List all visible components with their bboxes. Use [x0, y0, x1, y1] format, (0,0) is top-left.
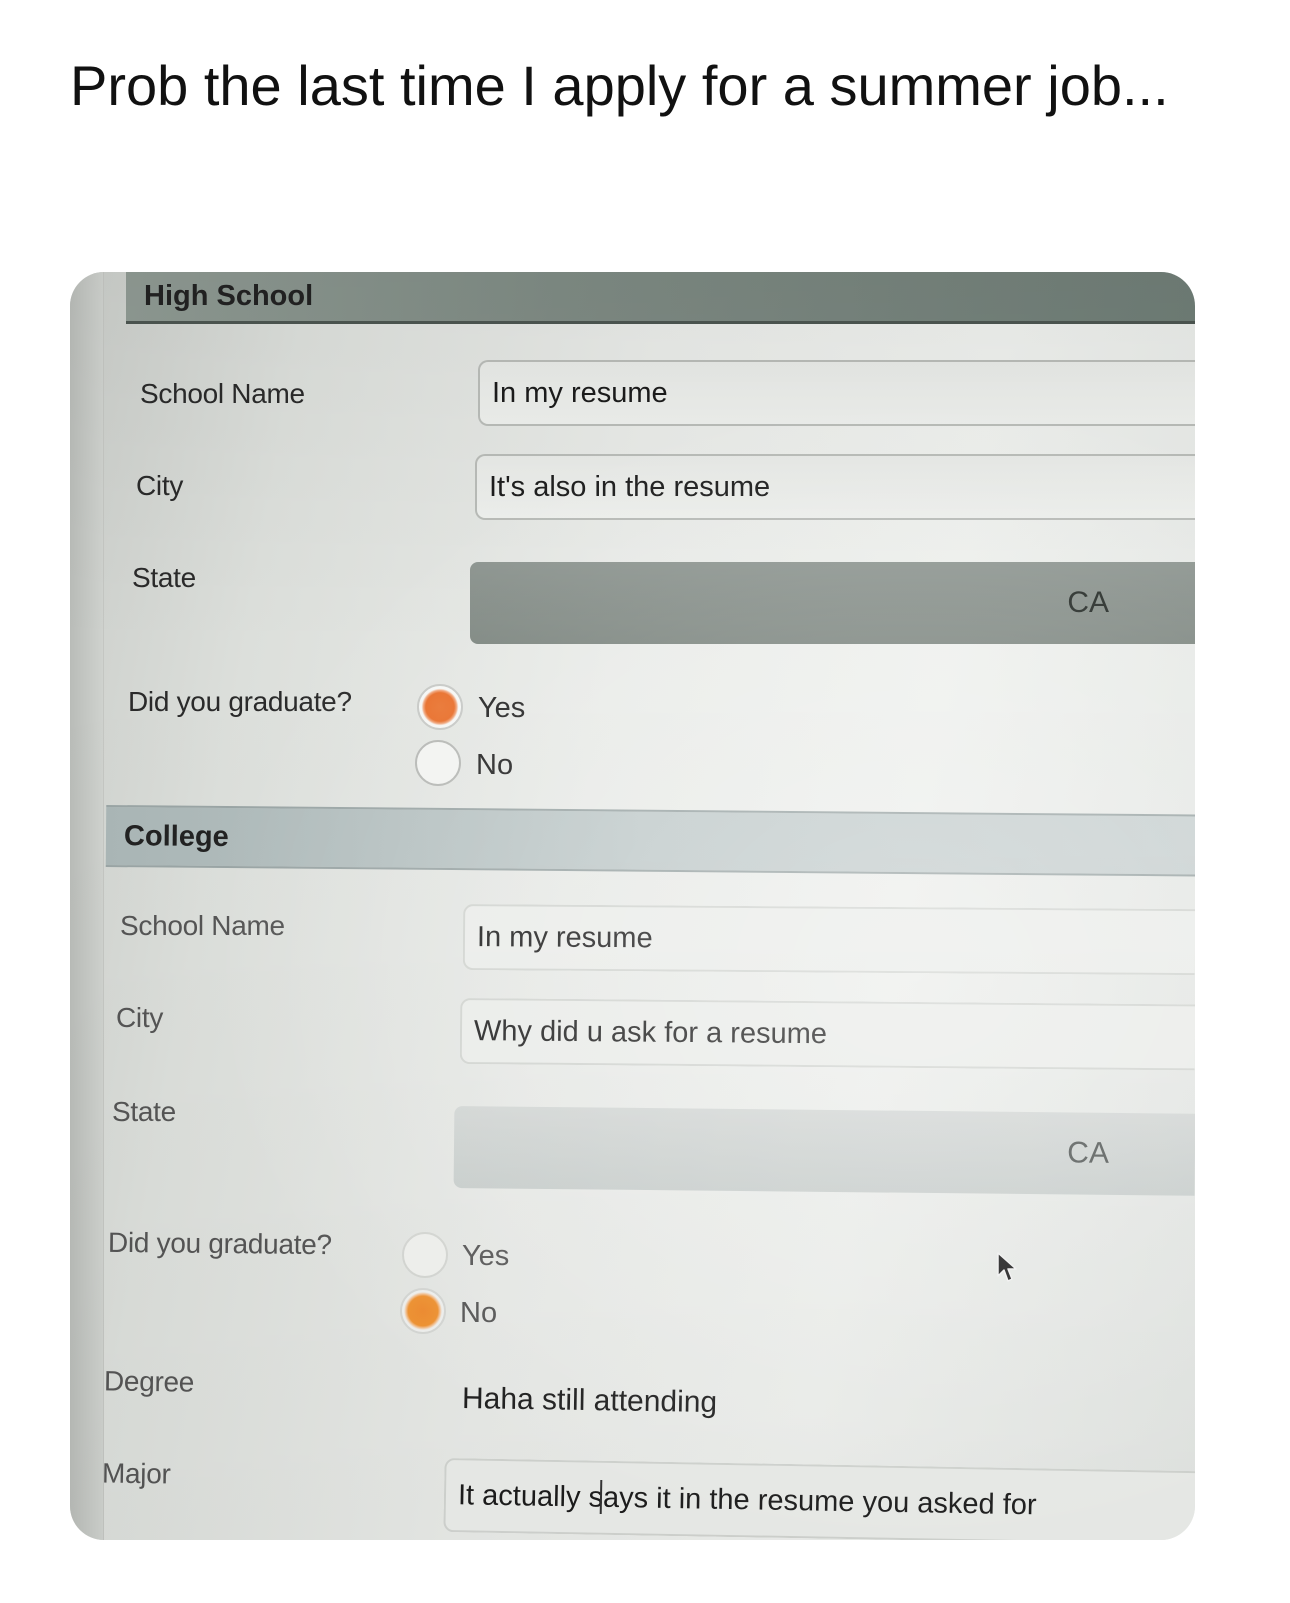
college-graduated-no-label: No	[460, 1297, 498, 1329]
window-left-edge	[70, 272, 104, 1540]
hs-graduated-no-radio[interactable]	[415, 740, 461, 786]
hs-graduated-yes-label: Yes	[478, 692, 526, 724]
hs-city-label: City	[136, 470, 184, 501]
hs-graduated-label: Did you graduate?	[128, 686, 352, 717]
form-photo: High School School Name In my resume Cit…	[70, 272, 1195, 1540]
mouse-pointer-icon	[997, 1252, 1017, 1282]
college-graduated-yes-label: Yes	[462, 1240, 510, 1272]
college-state-select[interactable]: CA	[453, 1106, 1195, 1196]
college-graduated-no-radio[interactable]	[400, 1288, 446, 1334]
high-school-section-header: High School	[126, 272, 1195, 324]
hs-graduated-no-label: No	[476, 749, 514, 781]
college-degree-value[interactable]: Haha still attending	[462, 1382, 718, 1420]
hs-state-label: State	[132, 562, 196, 593]
college-school-name-input[interactable]: In my resume	[462, 904, 1195, 976]
college-degree-label: Degree	[103, 1365, 195, 1398]
hs-graduated-yes-radio[interactable]	[417, 684, 463, 730]
college-school-name-label: School Name	[120, 910, 285, 941]
college-section-header: College	[105, 805, 1195, 877]
hs-state-select[interactable]: CA	[470, 562, 1195, 644]
post-caption: Prob the last time I apply for a summer …	[70, 54, 1169, 117]
college-graduated-label: Did you graduate?	[107, 1226, 332, 1261]
college-city-input[interactable]: Why did u ask for a resume	[459, 998, 1195, 1071]
college-state-label: State	[112, 1096, 176, 1127]
hs-school-name-input[interactable]: In my resume	[478, 360, 1195, 426]
college-graduated-yes-radio[interactable]	[402, 1232, 448, 1278]
college-city-label: City	[116, 1002, 164, 1033]
hs-school-name-label: School Name	[140, 378, 305, 409]
college-major-input[interactable]: It actually says it in the resume you as…	[443, 1458, 1195, 1540]
hs-city-input[interactable]: It's also in the resume	[475, 454, 1195, 520]
college-major-label: Major	[101, 1457, 171, 1490]
